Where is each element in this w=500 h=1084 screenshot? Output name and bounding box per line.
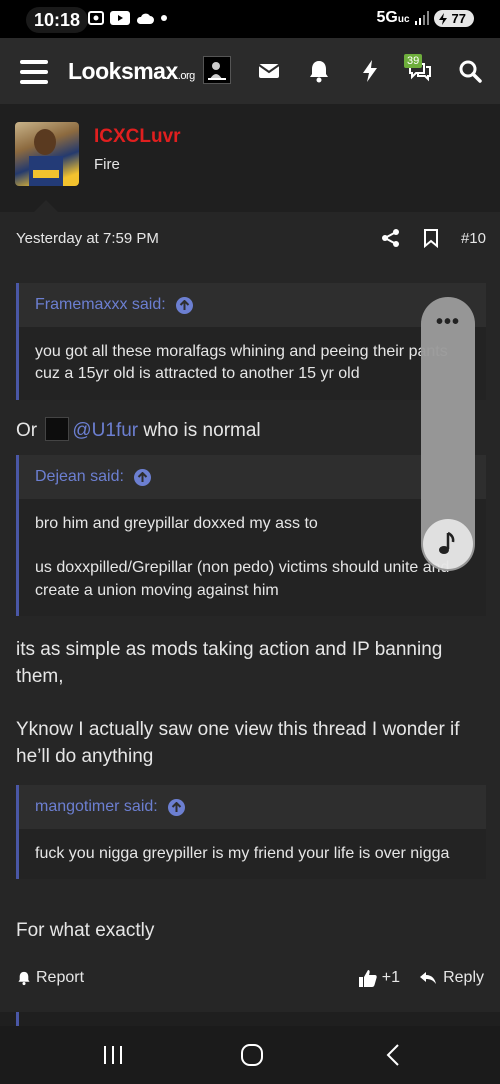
back-icon[interactable]: [378, 1040, 408, 1070]
username[interactable]: ICXCLuvr: [94, 126, 181, 148]
quote-header[interactable]: Framemaxxx said:: [19, 283, 486, 327]
arrow-up-icon[interactable]: [167, 798, 185, 816]
quote-block: mangotimer said: fuck you nigga greypill…: [16, 785, 486, 880]
youtube-icon: [110, 11, 130, 25]
quote-body: bro him and greypillar doxxed my ass to …: [19, 499, 486, 617]
clock-pill: 10:18: [26, 7, 89, 33]
dot-icon: [161, 15, 167, 21]
quote-header[interactable]: Dejean said:: [19, 455, 486, 499]
quote-body: fuck you nigga greypiller is my friend y…: [19, 829, 486, 880]
quote-author[interactable]: Framemaxxx said:: [35, 296, 166, 314]
network-indicator: 5Guc: [376, 9, 410, 26]
status-bar: 10:18 5Guc 77: [0, 0, 500, 38]
battery-level: 77: [451, 10, 466, 26]
like-button[interactable]: +1: [358, 968, 400, 988]
notification-badge: 39: [404, 54, 423, 68]
arrow-up-icon[interactable]: [175, 296, 193, 314]
menu-button[interactable]: [20, 60, 48, 84]
reply-icon: [420, 972, 437, 984]
mail-icon[interactable]: [256, 58, 282, 84]
bell-icon: [18, 971, 30, 986]
quote-body: you got all these moralfags whining and …: [19, 327, 486, 400]
quote-author[interactable]: mangotimer said:: [35, 798, 158, 816]
site-logo[interactable]: Looksmax.org: [68, 58, 195, 85]
floating-media-widget[interactable]: •••: [421, 297, 475, 571]
share-icon[interactable]: [381, 228, 401, 248]
post-author: ICXCLuvr Fire: [0, 104, 500, 212]
recent-apps-icon[interactable]: [98, 1040, 128, 1070]
bell-icon[interactable]: [306, 58, 332, 84]
post-line: Or @U1fur who is normal: [16, 417, 486, 445]
post-actions: Report +1 Reply: [16, 966, 486, 990]
logo-badge-icon: [203, 56, 231, 84]
quote-block: Dejean said: bro him and greypillar doxx…: [16, 455, 486, 617]
post-meta: Yesterday at 7:59 PM #10: [16, 228, 486, 250]
quote-block: Framemaxxx said: you got all these moral…: [16, 283, 486, 400]
quote-author[interactable]: Dejean said:: [35, 468, 124, 486]
next-quote-stub: [16, 1012, 19, 1026]
avatar[interactable]: [15, 122, 79, 186]
battery-indicator: 77: [433, 9, 474, 27]
user-mention[interactable]: @U1fur: [72, 420, 138, 441]
clock: 10:18: [34, 9, 81, 30]
signal-icon: [414, 11, 429, 25]
post-number[interactable]: #10: [461, 230, 486, 247]
post-meta-actions: #10: [381, 228, 486, 248]
status-icons: [88, 10, 168, 26]
lightning-icon[interactable]: [357, 58, 383, 84]
author-pointer: [34, 200, 58, 212]
battery-icon: [438, 12, 447, 25]
report-button[interactable]: Report: [16, 969, 84, 987]
music-note-icon[interactable]: [423, 519, 473, 569]
post-paragraph: its as simple as mods taking action and …: [16, 639, 443, 687]
quote-header[interactable]: mangotimer said:: [19, 785, 486, 829]
screenshot-icon: [88, 11, 104, 25]
cloud-icon: [136, 13, 154, 24]
more-icon[interactable]: •••: [421, 311, 475, 334]
post-date[interactable]: Yesterday at 7:59 PM: [16, 230, 159, 247]
arrow-up-icon[interactable]: [133, 468, 151, 486]
home-icon[interactable]: [237, 1040, 267, 1070]
post-paragraph: For what exactly: [16, 920, 155, 941]
system-nav-bar: [0, 1026, 500, 1084]
user-title: Fire: [94, 156, 120, 173]
reaction-count: +1: [381, 969, 400, 986]
mention-avatar[interactable]: [45, 417, 70, 441]
post-paragraph: Yknow I actually saw one view this threa…: [16, 719, 460, 767]
reply-button[interactable]: Reply: [419, 969, 484, 987]
thumbs-up-icon: [358, 970, 377, 987]
bookmark-icon[interactable]: [423, 228, 439, 248]
menu-icon: [20, 60, 48, 64]
search-icon[interactable]: [457, 58, 483, 84]
status-right: 5Guc 77: [377, 9, 474, 27]
